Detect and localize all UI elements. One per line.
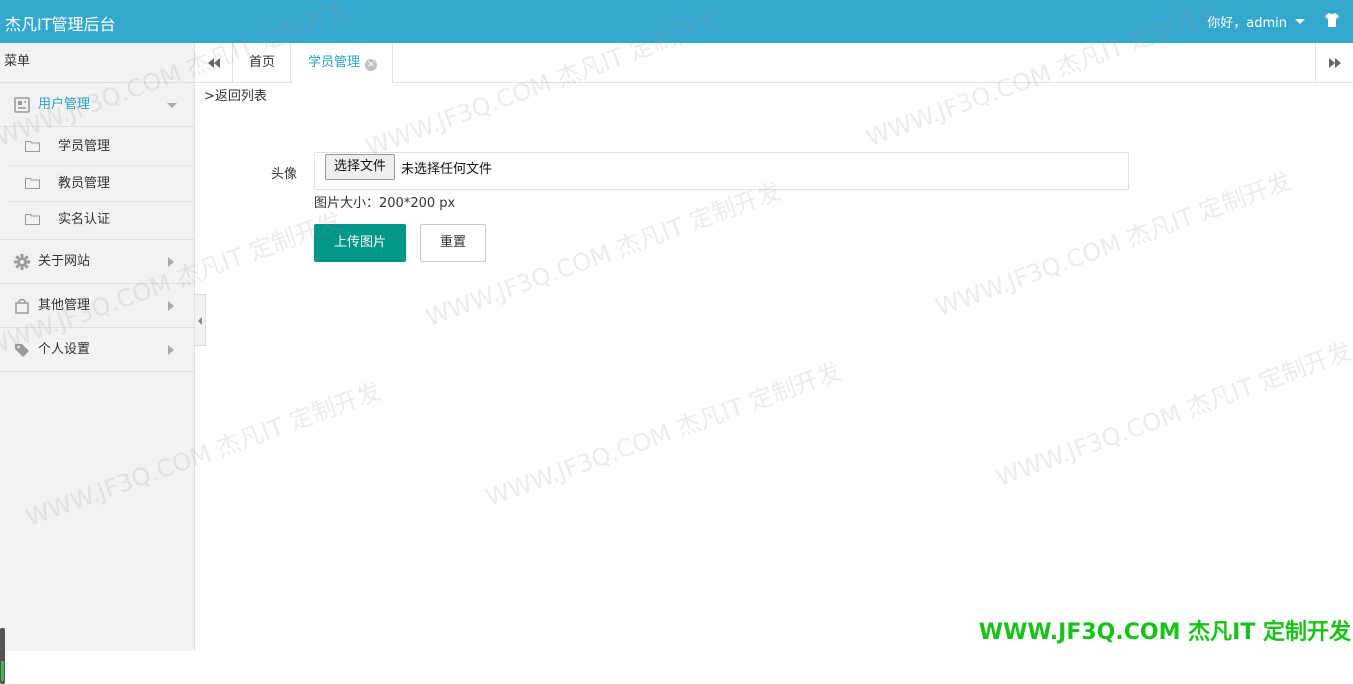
chevron-right-icon bbox=[168, 301, 174, 311]
tabs-scroll-left-button[interactable] bbox=[195, 43, 233, 83]
close-icon[interactable]: × bbox=[365, 59, 378, 71]
sidebar-group-label: 用户管理 bbox=[38, 97, 91, 112]
top-header: 杰凡IT管理后台 你好，admin bbox=[0, 0, 1353, 43]
avatar-label: 头像 bbox=[271, 167, 298, 182]
tab-label: 学员管理 bbox=[308, 55, 361, 70]
image-size-hint: 图片大小：200*200 px bbox=[314, 196, 456, 211]
shirt-icon[interactable] bbox=[1324, 12, 1340, 28]
upload-image-button[interactable]: 上传图片 bbox=[314, 224, 406, 262]
sidebar-item-students[interactable]: 学员管理 bbox=[8, 129, 194, 165]
sidebar-group-label: 个人设置 bbox=[38, 342, 91, 357]
app-title: 杰凡IT管理后台 bbox=[5, 15, 116, 34]
scrollbar-thumb[interactable] bbox=[0, 628, 5, 684]
choose-file-button[interactable]: 选择文件 bbox=[325, 154, 396, 180]
tab-home[interactable]: 首页 bbox=[234, 43, 292, 83]
tab-student-management[interactable]: 学员管理 × bbox=[293, 43, 394, 83]
sidebar-item-label: 实名认证 bbox=[58, 212, 111, 227]
user-management-icon bbox=[14, 97, 30, 113]
sidebar-item-label: 教员管理 bbox=[58, 176, 111, 191]
sidebar-group-other-management[interactable]: 其他管理 bbox=[0, 284, 194, 328]
avatar-file-input[interactable]: 选择文件 未选择任何文件 bbox=[314, 152, 1129, 190]
sidebar-group-personal-settings[interactable]: 个人设置 bbox=[0, 328, 194, 372]
chevron-right-icon bbox=[168, 257, 174, 267]
back-to-list-link[interactable]: >返回列表 bbox=[204, 85, 267, 104]
chevron-right-icon bbox=[168, 345, 174, 355]
folder-icon bbox=[25, 178, 40, 189]
sidebar-item-label: 学员管理 bbox=[58, 139, 111, 154]
main-content: >返回列表 头像 选择文件 未选择任何文件 图片大小：200*200 px 上传… bbox=[195, 83, 1353, 651]
tab-label: 首页 bbox=[249, 55, 276, 70]
sidebar-group-label: 其他管理 bbox=[38, 298, 91, 313]
user-greeting: 你好，admin bbox=[1207, 16, 1287, 31]
shopping-bag-icon bbox=[15, 298, 29, 314]
user-menu[interactable]: 你好，admin bbox=[1207, 12, 1305, 31]
sidebar-group-about-site[interactable]: 关于网站 bbox=[0, 240, 194, 284]
folder-icon bbox=[25, 141, 40, 152]
submenu-user-management: 学员管理 教员管理 实名认证 bbox=[0, 127, 194, 240]
chevron-down-icon bbox=[1295, 19, 1305, 24]
gear-icon bbox=[14, 254, 30, 270]
sidebar: 菜单 用户管理 学员管理 教员管理 实名认证 关于网站 其他管理 个人设置 bbox=[0, 43, 195, 684]
double-chevron-left-icon bbox=[207, 58, 220, 68]
menu-title: 菜单 bbox=[0, 43, 194, 83]
tab-bar: 首页 学员管理 × bbox=[195, 43, 1353, 83]
file-status-text: 未选择任何文件 bbox=[401, 162, 493, 177]
sidebar-group-user-management[interactable]: 用户管理 bbox=[0, 83, 194, 127]
reset-button[interactable]: 重置 bbox=[420, 224, 486, 262]
sidebar-group-label: 关于网站 bbox=[38, 254, 91, 269]
double-chevron-right-icon bbox=[1328, 58, 1341, 68]
tabs-scroll-right-button[interactable] bbox=[1315, 43, 1353, 83]
tag-icon bbox=[15, 344, 29, 357]
chevron-down-icon bbox=[167, 103, 177, 108]
folder-icon bbox=[25, 214, 40, 225]
sidebar-item-verification[interactable]: 实名认证 bbox=[8, 201, 194, 237]
sidebar-item-teachers[interactable]: 教员管理 bbox=[8, 165, 194, 201]
